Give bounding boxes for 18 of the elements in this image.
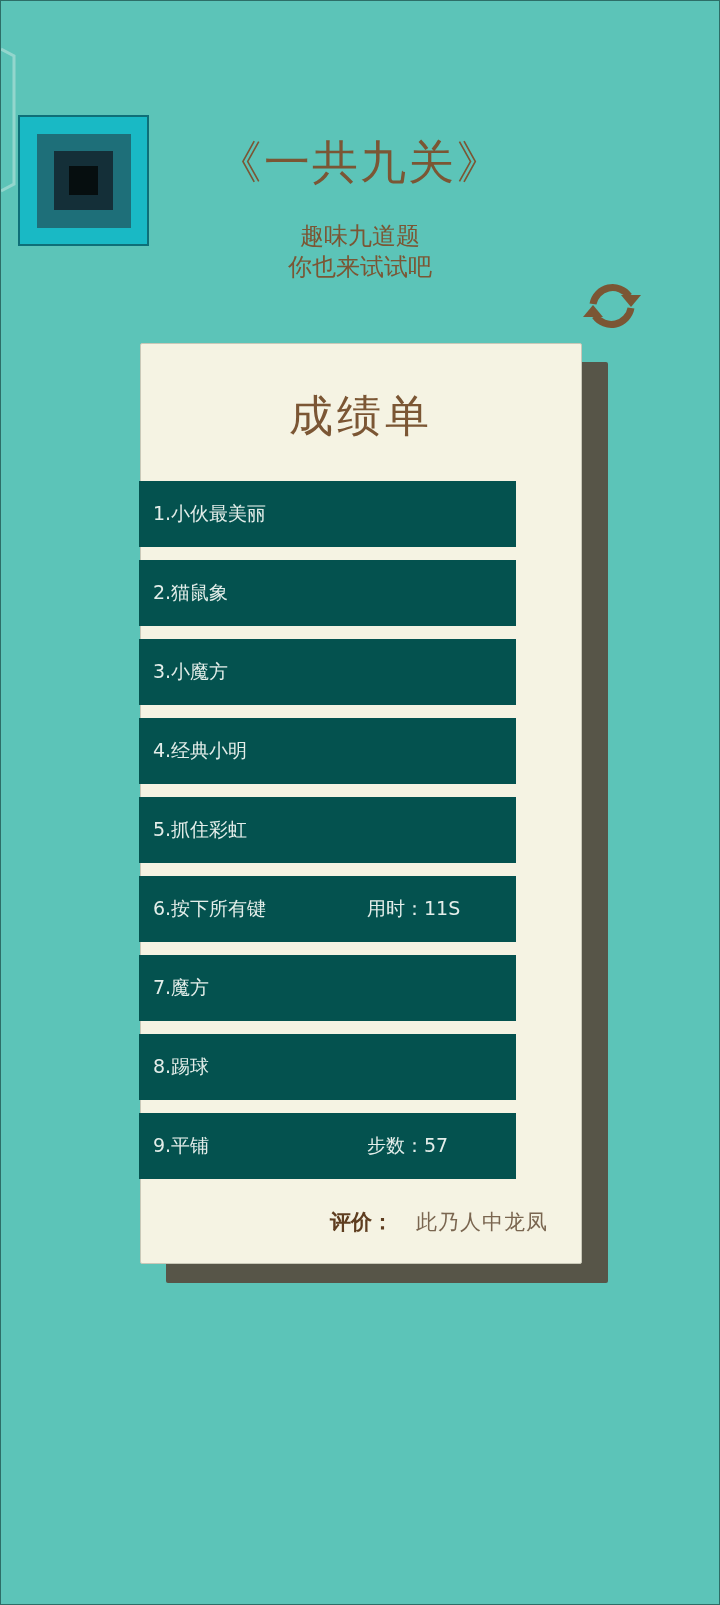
evaluation-text: 此乃人中龙凤 xyxy=(416,1209,548,1236)
subtitle-text: 你也来试试吧 xyxy=(288,252,432,283)
level-name: 4.经典小明 xyxy=(153,738,249,763)
evaluation-label: 评价： xyxy=(330,1209,393,1236)
level-name: 5.抓住彩虹 xyxy=(153,817,249,842)
level-name: 8.踢球 xyxy=(153,1054,211,1079)
game-title: 《一共九关》 xyxy=(216,134,504,191)
nested-squares-icon[interactable] xyxy=(18,115,149,246)
level-stat: 用时：11S xyxy=(367,896,462,921)
level-name: 1.小伙最美丽 xyxy=(153,501,268,526)
level-name: 2.猫鼠象 xyxy=(153,580,230,605)
level-name: 9.平铺 xyxy=(153,1133,211,1158)
level-name: 7.魔方 xyxy=(153,975,211,1000)
level-name: 3.小魔方 xyxy=(153,659,230,684)
level-stat: 步数：57 xyxy=(367,1133,450,1158)
subtitle-text: 趣味九道题 xyxy=(300,221,420,252)
level-name: 6.按下所有键 xyxy=(153,896,268,921)
card-title: 成绩单 xyxy=(289,389,433,443)
